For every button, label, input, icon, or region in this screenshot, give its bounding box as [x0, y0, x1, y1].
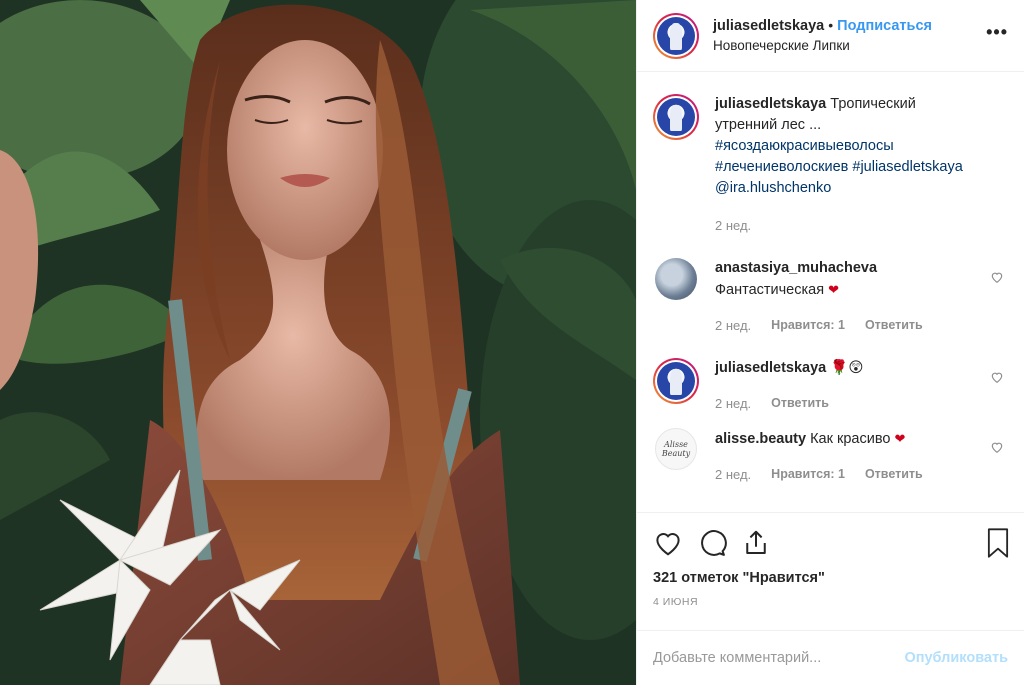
- comment-item: juliasedletskaya 🌹😲 2 нед. Ответить: [653, 358, 1008, 414]
- red-heart-emoji: ❤: [828, 282, 840, 297]
- comment-body: juliasedletskaya 🌹😲 2 нед. Ответить: [715, 358, 1008, 414]
- heart-icon[interactable]: [653, 528, 683, 558]
- comment-text: Фантастическая: [715, 282, 825, 298]
- comment-time[interactable]: 2 нед.: [715, 464, 751, 485]
- commenter-avatar[interactable]: [653, 358, 699, 404]
- share-icon[interactable]: [741, 528, 771, 558]
- comment-username[interactable]: alisse.beauty: [715, 431, 806, 447]
- header-text: juliasedletskaya • Подписаться Новопечерск…: [713, 16, 932, 55]
- location-link[interactable]: Новопечерские Липки: [713, 37, 932, 55]
- hashtag-link[interactable]: #лечениеволоскиев: [715, 159, 848, 175]
- caption-body: juliasedletskaya Тропический утренний ле…: [715, 94, 1008, 236]
- post-photo[interactable]: [0, 0, 636, 685]
- comment-text: Как красиво: [810, 431, 891, 447]
- reply-button[interactable]: Ответить: [865, 464, 923, 485]
- comment-meta: 2 нед. Нравится: 1 Ответить: [715, 464, 980, 485]
- comment-icon[interactable]: [697, 528, 727, 558]
- hashtag-link[interactable]: #juliasedletskaya: [852, 159, 962, 175]
- comment-time[interactable]: 2 нед.: [715, 393, 751, 414]
- reply-button[interactable]: Ответить: [865, 315, 923, 336]
- separator-dot: •: [828, 17, 834, 33]
- comment-time[interactable]: 2 нед.: [715, 315, 751, 336]
- emoji-text: 🌹😲: [830, 360, 864, 376]
- hashtag-link[interactable]: #ясоздаюкрасивыеволосы: [715, 138, 894, 154]
- more-icon[interactable]: •••: [986, 22, 1008, 43]
- red-heart-emoji: ❤: [894, 431, 906, 446]
- avatar-logo-text: Alisse Beauty: [661, 440, 691, 458]
- mention-link[interactable]: @ira.hlushchenko: [715, 180, 831, 196]
- reply-button[interactable]: Ответить: [771, 393, 829, 414]
- comment-username[interactable]: anastasiya_muhacheva: [715, 260, 877, 276]
- post-details-panel: juliasedletskaya • Подписаться Новопечерск…: [636, 0, 1024, 685]
- comment-body: alisse.beauty Как красиво ❤ 2 нед. Нрави…: [715, 428, 1008, 485]
- commenter-avatar[interactable]: Alisse Beauty: [655, 428, 697, 470]
- author-avatar[interactable]: [653, 12, 699, 59]
- action-bar: [637, 512, 1024, 572]
- comment-meta: 2 нед. Ответить: [715, 393, 980, 414]
- like-comment-icon[interactable]: [990, 370, 1004, 384]
- caption-time[interactable]: 2 нед.: [715, 215, 751, 236]
- commenter-avatar[interactable]: [655, 258, 697, 300]
- caption-meta: 2 нед.: [715, 215, 980, 236]
- author-username[interactable]: juliasedletskaya: [713, 18, 824, 34]
- follow-button[interactable]: Подписаться: [837, 18, 932, 34]
- comment-meta: 2 нед. Нравится: 1 Ответить: [715, 315, 980, 336]
- add-comment-bar: Опубликовать: [637, 630, 1024, 685]
- post-header: juliasedletskaya • Подписаться Новопечерск…: [637, 0, 1024, 72]
- like-comment-icon[interactable]: [990, 440, 1004, 454]
- comment-item: anastasiya_muhacheva Фантастическая ❤ 2 …: [653, 258, 1008, 336]
- caption-avatar[interactable]: [653, 94, 699, 140]
- caption: juliasedletskaya Тропический утренний ле…: [653, 94, 1008, 236]
- bookmark-icon[interactable]: [984, 527, 1012, 559]
- like-comment-icon[interactable]: [990, 270, 1004, 284]
- post-modal: juliasedletskaya • Подписаться Новопечерск…: [0, 0, 1024, 685]
- comment-body: anastasiya_muhacheva Фантастическая ❤ 2 …: [715, 258, 1008, 336]
- publish-button[interactable]: Опубликовать: [904, 650, 1008, 666]
- comment-item: Alisse Beauty alisse.beauty Как красиво …: [653, 428, 1008, 485]
- comment-likes[interactable]: Нравится: 1: [771, 464, 845, 485]
- comment-username[interactable]: juliasedletskaya: [715, 360, 826, 376]
- caption-username[interactable]: juliasedletskaya: [715, 96, 826, 112]
- post-date[interactable]: 4 июня: [637, 596, 1024, 608]
- likes-count[interactable]: 321 отметок "Нравится": [637, 570, 1024, 586]
- photo-image: [0, 0, 636, 685]
- comment-likes[interactable]: Нравится: 1: [771, 315, 845, 336]
- comments-list[interactable]: juliasedletskaya Тропический утренний ле…: [637, 72, 1024, 512]
- comment-input[interactable]: [653, 650, 905, 666]
